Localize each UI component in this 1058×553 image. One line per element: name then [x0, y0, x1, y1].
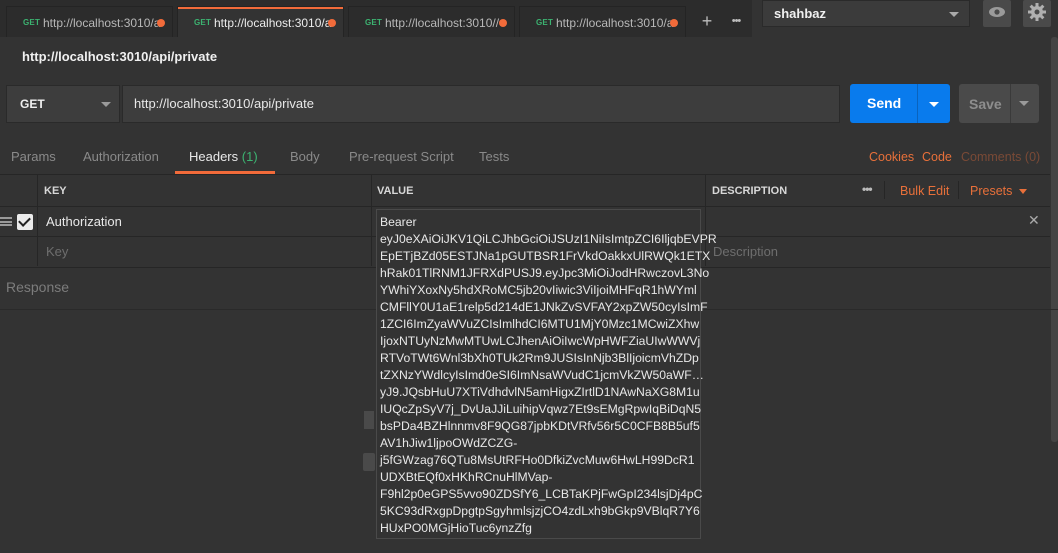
- divider: [917, 84, 918, 123]
- header-value-editor[interactable]: Bearer eyJ0eXAiOiJKV1QiLCJhbGciOiJSUzI1N…: [376, 209, 717, 539]
- presets-dropdown[interactable]: Presets: [970, 184, 1012, 198]
- response-placeholder-text: [364, 411, 374, 429]
- save-options-chevron-icon[interactable]: [1019, 101, 1029, 106]
- tab-body[interactable]: Body: [290, 149, 320, 164]
- chevron-down-icon: [1019, 189, 1027, 194]
- tab-authorization[interactable]: Authorization: [83, 149, 159, 164]
- tab-url: http://localhost:3010/a: [214, 16, 332, 30]
- header-key-input[interactable]: Authorization: [46, 214, 122, 229]
- eye-icon: [989, 7, 1005, 17]
- response-heading: Response: [6, 279, 70, 295]
- send-label: Send: [867, 95, 902, 111]
- save-button[interactable]: Save: [959, 84, 1039, 123]
- headers-count-badge: (1): [241, 149, 258, 164]
- environment-select[interactable]: shahbaz: [762, 0, 970, 27]
- tab-params[interactable]: Params: [11, 149, 56, 164]
- tab-pre-request-script[interactable]: Pre-request Script: [349, 149, 454, 164]
- cookies-link[interactable]: Cookies: [869, 150, 914, 164]
- request-tab-bar: GET http://localhost:3010/a GET http://l…: [0, 0, 752, 37]
- drag-handle-icon[interactable]: [0, 217, 12, 226]
- send-options-chevron-icon[interactable]: [929, 102, 939, 107]
- environment-quick-look-button[interactable]: [983, 0, 1011, 27]
- header-value-text[interactable]: Bearer eyJ0eXAiOiJKV1QiLCJhbGciOiJSUzI1N…: [377, 210, 717, 537]
- tab-method: GET: [536, 18, 554, 27]
- chevron-down-icon: [101, 102, 111, 107]
- comments-link[interactable]: Comments (0): [961, 150, 1040, 164]
- value-column-header: VALUE: [377, 185, 414, 197]
- save-label: Save: [969, 96, 1002, 112]
- tab-headers[interactable]: Headers (1): [189, 149, 258, 164]
- more-options-icon[interactable]: •••: [862, 182, 873, 196]
- unsaved-dot-icon: [328, 19, 336, 27]
- manage-environments-button[interactable]: [1023, 0, 1051, 27]
- divider: [884, 181, 885, 199]
- remove-row-icon[interactable]: ✕: [1028, 212, 1040, 229]
- unsaved-dot-icon: [157, 19, 165, 27]
- new-description-input[interactable]: Description: [713, 244, 778, 259]
- tab-url: http://localhost:3010/a: [556, 16, 674, 30]
- more-tabs-icon[interactable]: •••: [722, 7, 750, 35]
- tab-method: GET: [365, 18, 383, 27]
- response-placeholder-button: [363, 453, 375, 471]
- chevron-down-icon: [949, 12, 959, 17]
- key-column-header: KEY: [44, 185, 67, 197]
- divider: [1010, 84, 1011, 123]
- scrollbar[interactable]: [1051, 37, 1058, 442]
- method-value: GET: [20, 97, 45, 111]
- header-enabled-checkbox[interactable]: [17, 214, 33, 230]
- request-title: http://localhost:3010/api/private: [22, 49, 218, 64]
- bulk-edit-link[interactable]: Bulk Edit: [900, 184, 949, 198]
- unsaved-dot-icon: [670, 19, 678, 27]
- code-link[interactable]: Code: [922, 150, 952, 164]
- headers-table-header: KEY VALUE DESCRIPTION ••• Bulk Edit Pres…: [0, 174, 1050, 207]
- gear-icon: [1028, 3, 1046, 21]
- environment-name: shahbaz: [774, 6, 827, 21]
- tab-method: GET: [194, 18, 212, 27]
- tab-headers-label: Headers: [189, 149, 239, 164]
- tab-tests[interactable]: Tests: [479, 149, 509, 164]
- url-input[interactable]: http://localhost:3010/api/private: [122, 85, 840, 123]
- tab-method: GET: [23, 18, 41, 27]
- request-tab-active[interactable]: GET http://localhost:3010/a: [177, 6, 344, 37]
- new-key-input[interactable]: Key: [46, 244, 68, 259]
- description-column-header: DESCRIPTION: [712, 185, 788, 197]
- divider: [958, 181, 959, 199]
- unsaved-dot-icon: [499, 19, 507, 27]
- add-tab-icon[interactable]: +: [693, 7, 721, 35]
- request-tab[interactable]: GET http://localhost:3010/a: [6, 6, 173, 37]
- request-tab[interactable]: GET http://localhost:3010//: [348, 6, 515, 37]
- tab-url: http://localhost:3010//: [385, 16, 500, 30]
- method-select[interactable]: GET: [6, 85, 120, 123]
- request-tab[interactable]: GET http://localhost:3010/a: [519, 6, 686, 37]
- send-button[interactable]: Send: [850, 84, 950, 123]
- tab-url: http://localhost:3010/a: [43, 16, 161, 30]
